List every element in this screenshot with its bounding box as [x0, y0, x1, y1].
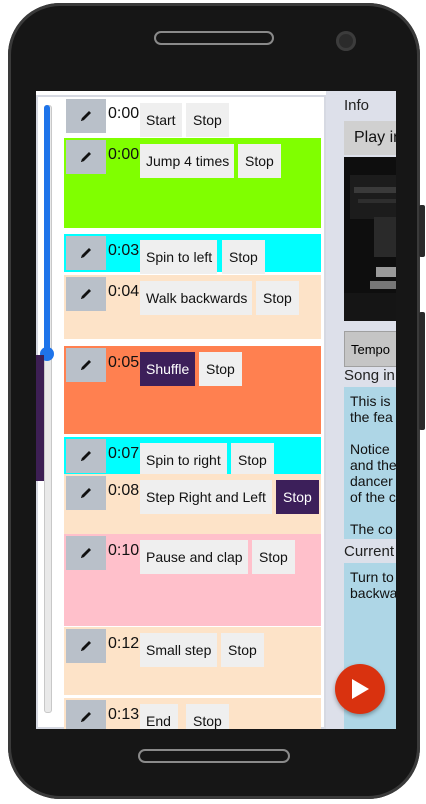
- text-line: Notice: [350, 441, 390, 457]
- video-frame-art: [344, 157, 396, 321]
- step-name-button[interactable]: Pause and clap: [140, 540, 248, 574]
- stop-button[interactable]: Stop: [186, 103, 229, 137]
- pencil-icon: [81, 289, 91, 299]
- edit-step-button[interactable]: [66, 277, 106, 311]
- step-row: 0:13 End Stop: [64, 698, 321, 729]
- step-name-button[interactable]: Step Right and Left: [140, 480, 272, 514]
- step-row: 0:04 Walk backwards Stop: [64, 275, 321, 339]
- step-time: 0:10: [108, 542, 140, 559]
- pencil-icon: [81, 488, 91, 498]
- current-step-marker: [36, 355, 44, 481]
- edit-step-button[interactable]: [66, 99, 106, 133]
- song-info-text: This is the fea Notice and the dancer of the …: [344, 387, 396, 539]
- stop-button[interactable]: Stop: [222, 240, 265, 274]
- play-button[interactable]: [335, 664, 385, 714]
- stop-button[interactable]: Stop: [276, 480, 319, 514]
- speaker-grille: [154, 31, 274, 45]
- step-time: 0:05: [108, 354, 140, 371]
- step-row: 0:08 Step Right and Left Stop: [64, 474, 321, 534]
- stop-button[interactable]: Stop: [252, 540, 295, 574]
- step-list-panel: 0:00 Start Stop 0:00 Jump 4 times Stop 0:03 Spi…: [36, 91, 326, 729]
- song-info-label: Song in: [344, 367, 395, 384]
- tempo-label: Tempo: [351, 341, 391, 357]
- step-name-button[interactable]: Spin to left: [140, 240, 217, 274]
- info-panel: Info Play in Tempo Song in This isthe fe…: [340, 91, 396, 729]
- pencil-icon: [81, 111, 91, 121]
- text-line: Turn to: [350, 569, 394, 585]
- home-bar: [138, 749, 290, 763]
- volume-button: [419, 205, 425, 257]
- app-screen: 0:00 Start Stop 0:00 Jump 4 times Stop 0:03 Spi…: [36, 91, 396, 729]
- edit-step-button[interactable]: [66, 700, 106, 729]
- pencil-icon: [81, 152, 91, 162]
- front-camera: [336, 31, 356, 51]
- video-preview[interactable]: [344, 157, 396, 321]
- stop-button[interactable]: Stop: [221, 633, 264, 667]
- step-row: 0:07 Spin to right Stop: [64, 437, 321, 477]
- stop-button[interactable]: Stop: [256, 281, 299, 315]
- step-name-button[interactable]: End: [140, 704, 178, 729]
- step-time: 0:00: [108, 146, 140, 163]
- step-row: 0:03 Spin to left Stop: [64, 234, 321, 274]
- step-name-button[interactable]: Start: [140, 103, 182, 137]
- play-icon: [352, 679, 369, 699]
- step-time: 0:03: [108, 242, 140, 259]
- tempo-button[interactable]: Tempo: [344, 331, 396, 367]
- play-in-button[interactable]: Play in: [344, 121, 396, 155]
- current-step-label: Current: [344, 543, 395, 560]
- info-title: Info: [344, 97, 370, 114]
- text-line: The co: [350, 521, 393, 537]
- text-line: of the c: [350, 489, 396, 505]
- edit-step-button[interactable]: [66, 140, 106, 174]
- edit-step-button[interactable]: [66, 439, 106, 473]
- power-button: [419, 312, 425, 430]
- text-line: This is: [350, 393, 391, 409]
- edit-step-button[interactable]: [66, 236, 106, 270]
- timeline-slider-fill: [44, 105, 50, 355]
- text-line: [350, 505, 396, 521]
- step-name-button[interactable]: Walk backwards: [140, 281, 252, 315]
- step-name-button[interactable]: Small step: [140, 633, 217, 667]
- pencil-icon: [81, 712, 91, 722]
- stop-button[interactable]: Stop: [199, 352, 242, 386]
- step-time: 0:08: [108, 482, 140, 499]
- step-name-button[interactable]: Jump 4 times: [140, 144, 234, 178]
- edit-step-button[interactable]: [66, 629, 106, 663]
- step-row: 0:00 Start Stop: [64, 97, 321, 137]
- pencil-icon: [81, 248, 91, 258]
- step-row: 0:00 Jump 4 times Stop: [64, 138, 321, 228]
- text-line: the fea: [350, 409, 393, 425]
- step-time: 0:00: [108, 105, 140, 122]
- stop-button[interactable]: Stop: [231, 443, 274, 477]
- step-time: 0:04: [108, 283, 140, 300]
- stop-button[interactable]: Stop: [238, 144, 281, 178]
- edit-step-button[interactable]: [66, 536, 106, 570]
- step-row: 0:05 Shuffle Stop: [64, 346, 321, 434]
- pencil-icon: [81, 641, 91, 651]
- step-time: 0:07: [108, 445, 140, 462]
- text-line: and the: [350, 457, 396, 473]
- step-time: 0:13: [108, 706, 140, 723]
- step-name-button[interactable]: Shuffle: [140, 352, 195, 386]
- step-row: 0:10 Pause and clap Stop: [64, 534, 321, 626]
- step-time: 0:12: [108, 635, 140, 652]
- pencil-icon: [81, 451, 91, 461]
- text-line: dancer: [350, 473, 393, 489]
- edit-step-button[interactable]: [66, 476, 106, 510]
- text-line: backwa: [350, 585, 396, 601]
- pencil-icon: [81, 360, 91, 370]
- edit-step-button[interactable]: [66, 348, 106, 382]
- pencil-icon: [81, 548, 91, 558]
- stop-button[interactable]: Stop: [186, 704, 229, 729]
- step-row: 0:12 Small step Stop: [64, 627, 321, 695]
- text-line: [350, 425, 396, 441]
- step-name-button[interactable]: Spin to right: [140, 443, 227, 477]
